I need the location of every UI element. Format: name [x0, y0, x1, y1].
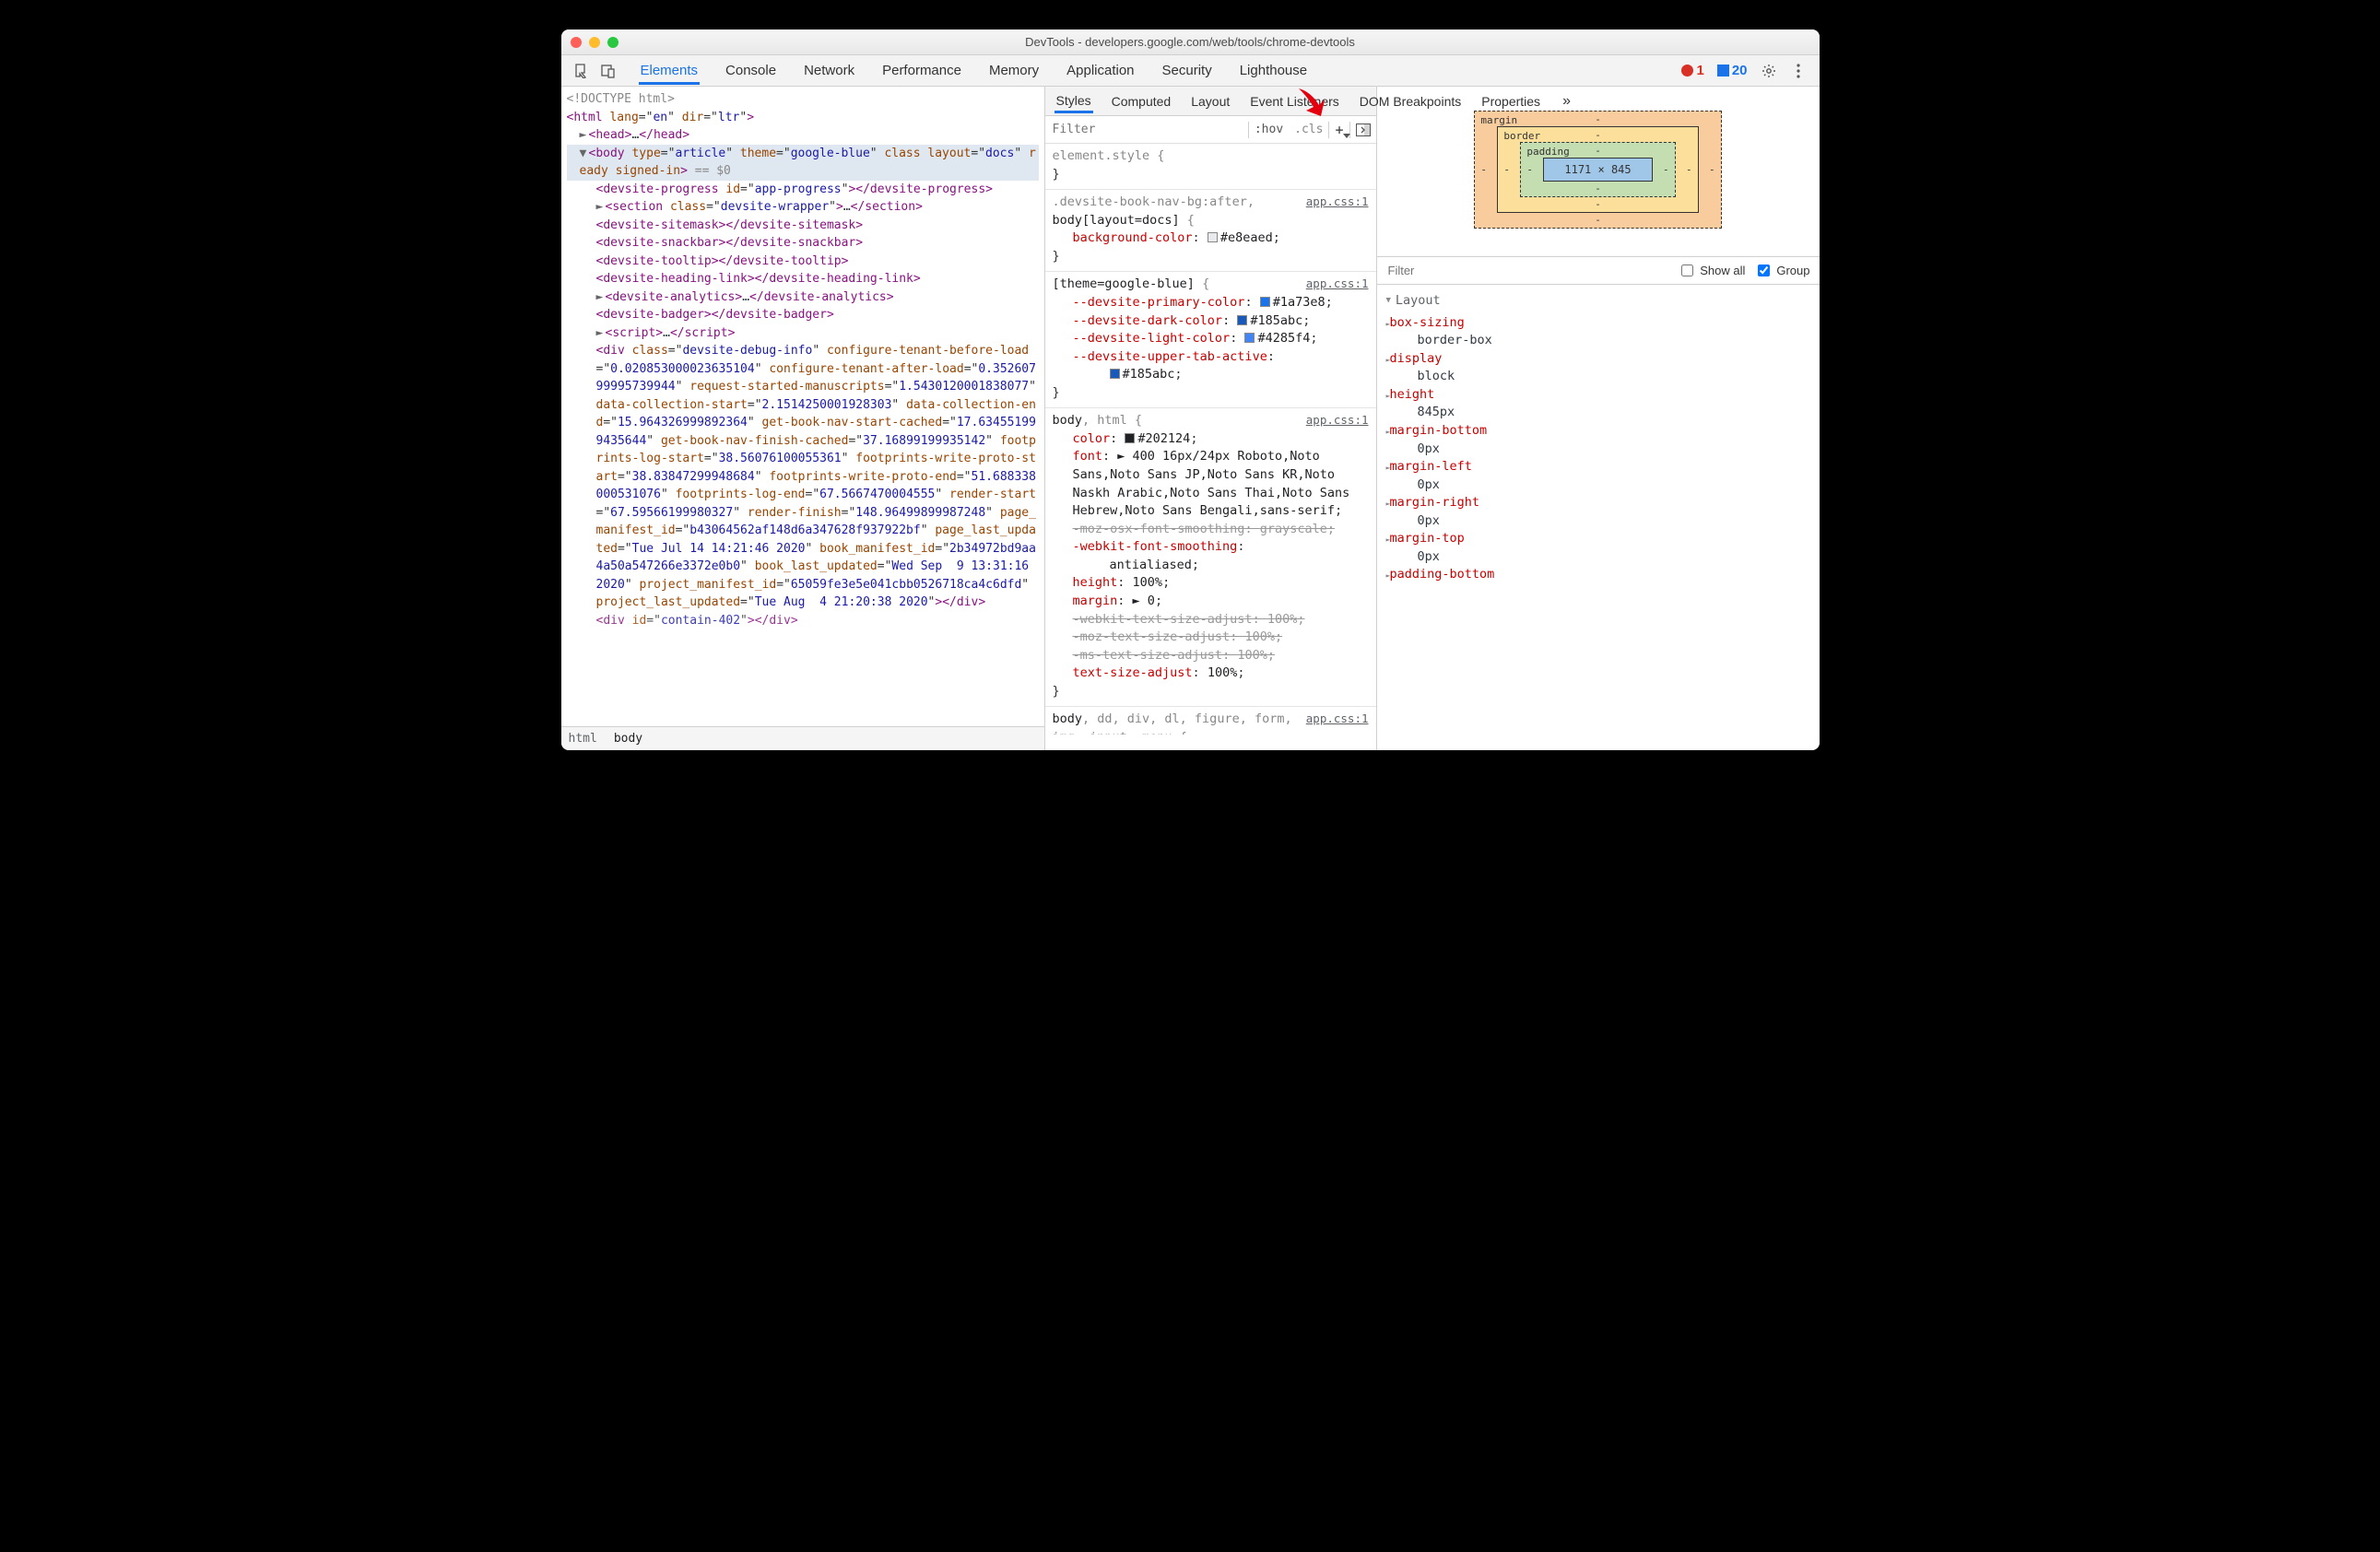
main-tab-performance[interactable]: Performance [880, 57, 963, 85]
dom-node[interactable]: <devsite-heading-link></devsite-heading-… [567, 270, 1039, 288]
style-rule[interactable]: app.css:1body, dd, div, dl, figure, form… [1045, 707, 1376, 735]
computed-property-list[interactable]: Layout box-sizingborder-boxdisplayblockh… [1377, 285, 1820, 750]
toggle-computed-sidebar-icon[interactable] [1350, 123, 1376, 136]
dom-node[interactable]: <devsite-progress id="app-progress"></de… [567, 181, 1039, 199]
rule-source-link[interactable]: app.css:1 [1306, 276, 1369, 292]
dom-node[interactable]: ►<head>…</head> [567, 126, 1039, 145]
style-rule[interactable]: app.css:1[theme=google-blue] {--devsite-… [1045, 272, 1376, 408]
dom-node[interactable]: <devsite-tooltip></devsite-tooltip> [567, 253, 1039, 271]
window-titlebar: DevTools - developers.google.com/web/too… [561, 29, 1820, 55]
main-tab-elements[interactable]: Elements [639, 57, 701, 85]
main-tab-console[interactable]: Console [724, 57, 778, 85]
computed-property[interactable]: displayblock [1377, 350, 1820, 386]
dom-node[interactable]: <!DOCTYPE html> [567, 90, 1039, 109]
computed-property[interactable]: margin-top0px [1377, 530, 1820, 566]
sidebar-tab-styles[interactable]: Styles [1055, 88, 1093, 113]
computed-filter-bar: Show all Group [1377, 257, 1820, 285]
computed-panel: margin - - - - border - - - - padding [1377, 87, 1820, 750]
computed-filter-input[interactable] [1386, 263, 1669, 278]
dom-node[interactable]: ▼<body type="article" theme="google-blue… [567, 145, 1039, 181]
rule-source-link[interactable]: app.css:1 [1306, 412, 1369, 429]
show-all-checkbox[interactable]: Show all [1678, 262, 1745, 279]
style-rule[interactable]: app.css:1body, html {color: #202124;font… [1045, 408, 1376, 707]
device-toolbar-icon[interactable] [600, 63, 617, 79]
message-count-badge[interactable]: 20 [1717, 63, 1748, 78]
styles-panel: StylesComputedLayoutEvent ListenersDOM B… [1045, 87, 1377, 750]
box-model-border-label: border [1503, 130, 1540, 142]
breadcrumb-trail: html body [561, 726, 1044, 750]
style-rule[interactable]: app.css:1.devsite-book-nav-bg:after,body… [1045, 190, 1376, 272]
window-title: DevTools - developers.google.com/web/too… [561, 35, 1820, 49]
main-tab-network[interactable]: Network [802, 57, 856, 85]
dom-node[interactable]: <devsite-sitemask></devsite-sitemask> [567, 217, 1039, 235]
computed-property[interactable]: margin-right0px [1377, 494, 1820, 530]
sidebar-tab-bar: StylesComputedLayoutEvent ListenersDOM B… [1045, 87, 1376, 116]
rule-source-link[interactable]: app.css:1 [1306, 711, 1369, 727]
main-tab-security[interactable]: Security [1161, 57, 1214, 85]
computed-property[interactable]: box-sizingborder-box [1377, 314, 1820, 350]
toggle-hover-button[interactable]: :hov [1249, 123, 1289, 136]
style-rule[interactable]: element.style {} [1045, 144, 1376, 190]
sidebar-tab-layout[interactable]: Layout [1189, 89, 1231, 113]
box-model-display: margin - - - - border - - - - padding [1377, 87, 1820, 257]
styles-rule-list[interactable]: element.style {}app.css:1.devsite-book-n… [1045, 144, 1376, 750]
breadcrumb-html[interactable]: html [569, 732, 597, 746]
error-count-badge[interactable]: 1 [1681, 63, 1703, 78]
computed-property[interactable]: padding-bottom [1377, 566, 1820, 584]
dom-node[interactable]: <devsite-badger></devsite-badger> [567, 306, 1039, 324]
computed-property[interactable]: margin-bottom0px [1377, 422, 1820, 458]
kebab-menu-icon[interactable] [1790, 63, 1807, 79]
inspect-element-icon[interactable] [574, 63, 591, 79]
sidebar-tab-computed[interactable]: Computed [1110, 89, 1173, 113]
dom-node[interactable]: <div class="devsite-debug-info" configur… [567, 342, 1039, 612]
sidebar-tab-event-listeners[interactable]: Event Listeners [1248, 89, 1341, 113]
main-tab-bar: Elements Console Network Performance Memory A… [561, 55, 1820, 87]
group-checkbox[interactable]: Group [1754, 262, 1809, 279]
rule-source-link[interactable]: app.css:1 [1306, 194, 1369, 210]
computed-property[interactable]: margin-left0px [1377, 458, 1820, 494]
dom-node[interactable]: <html lang="en" dir="ltr"> [567, 109, 1039, 127]
dom-node[interactable]: <devsite-snackbar></devsite-snackbar> [567, 234, 1039, 253]
box-model-content: 1171 × 845 [1543, 158, 1652, 182]
dom-node[interactable]: ►<script>…</script> [567, 324, 1039, 343]
elements-panel: <!DOCTYPE html><html lang="en" dir="ltr"… [561, 87, 1045, 750]
main-tab-lighthouse[interactable]: Lighthouse [1238, 57, 1309, 85]
dom-tree[interactable]: <!DOCTYPE html><html lang="en" dir="ltr"… [561, 87, 1044, 726]
computed-property[interactable]: height845px [1377, 386, 1820, 422]
box-model-margin-label: margin [1480, 114, 1517, 126]
computed-section-layout[interactable]: Layout [1377, 288, 1820, 314]
styles-toolbar: :hov .cls + [1045, 116, 1376, 144]
main-tab-application[interactable]: Application [1065, 57, 1136, 85]
settings-gear-icon[interactable] [1761, 63, 1777, 79]
dom-node[interactable]: ►<devsite-analytics>…</devsite-analytics… [567, 288, 1039, 307]
new-style-rule-button[interactable]: + [1329, 122, 1349, 138]
styles-filter-input[interactable] [1045, 123, 1248, 136]
breadcrumb-body[interactable]: body [614, 732, 642, 746]
toggle-class-button[interactable]: .cls [1289, 123, 1328, 136]
main-tab-memory[interactable]: Memory [987, 57, 1041, 85]
dom-node[interactable]: ►<section class="devsite-wrapper">…</sec… [567, 198, 1039, 217]
dom-node[interactable]: <div id="contain-402"></div> [567, 612, 1039, 629]
box-model-padding-label: padding [1526, 146, 1569, 158]
